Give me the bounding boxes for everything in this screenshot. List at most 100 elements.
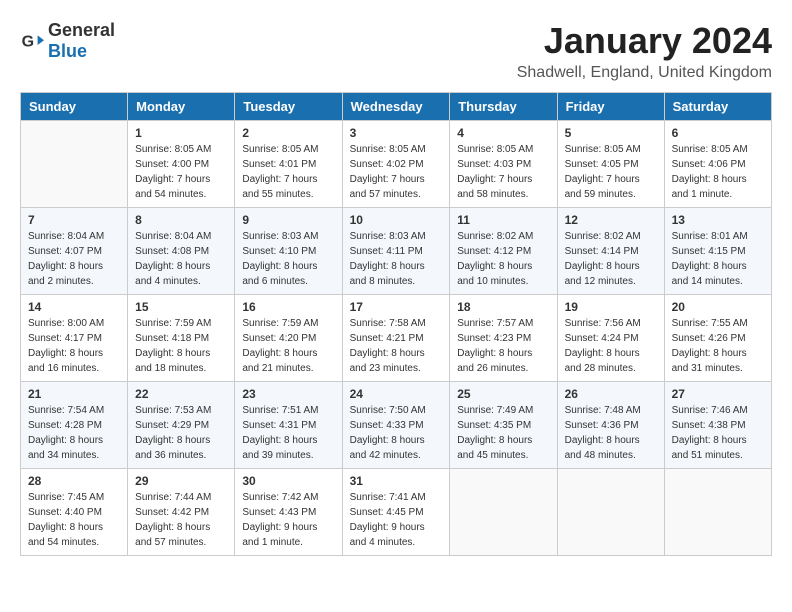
day-info: Sunrise: 8:02 AMSunset: 4:12 PMDaylight:…	[457, 229, 549, 289]
calendar-cell: 12 Sunrise: 8:02 AMSunset: 4:14 PMDayligh…	[557, 208, 664, 295]
day-number: 31	[350, 474, 443, 488]
calendar-cell: 26Sunrise: 7:48 AMSunset: 4:36 PMDayligh…	[557, 382, 664, 469]
calendar-cell: 15Sunrise: 7:59 AMSunset: 4:18 PMDayligh…	[128, 295, 235, 382]
day-number: 4	[457, 126, 549, 140]
calendar-cell: 9Sunrise: 8:03 AMSunset: 4:10 PMDaylight…	[235, 208, 342, 295]
day-number: 24	[350, 387, 443, 401]
day-number: 30	[242, 474, 334, 488]
day-number: 13	[672, 213, 764, 227]
calendar-cell: 20 Sunrise: 7:55 AMSunset: 4:26 PMDayligh…	[664, 295, 771, 382]
page-subtitle: Shadwell, England, United Kingdom	[517, 64, 772, 82]
calendar-cell: 17Sunrise: 7:58 AMSunset: 4:21 PMDayligh…	[342, 295, 450, 382]
day-number: 2	[242, 126, 334, 140]
day-info: Sunrise: 7:50 AMSunset: 4:33 PMDaylight:…	[350, 403, 443, 463]
calendar-cell: 13 Sunrise: 8:01 AMSunset: 4:15 PMDayligh…	[664, 208, 771, 295]
day-info: Sunrise: 7:44 AMSunset: 4:42 PMDaylight:…	[135, 490, 227, 550]
calendar-cell: 18 Sunrise: 7:57 AMSunset: 4:23 PMDayligh…	[450, 295, 557, 382]
calendar-cell: 3 Sunrise: 8:05 AMSunset: 4:02 PMDaylight…	[342, 121, 450, 208]
day-number: 5	[565, 126, 657, 140]
day-number: 3	[350, 126, 443, 140]
logo-icon: G	[20, 29, 44, 53]
logo-general-text: General	[48, 20, 115, 40]
calendar-week-3: 14Sunrise: 8:00 AMSunset: 4:17 PMDayligh…	[21, 295, 772, 382]
calendar-cell: 27Sunrise: 7:46 AMSunset: 4:38 PMDayligh…	[664, 382, 771, 469]
calendar-week-2: 7 Sunrise: 8:04 AMSunset: 4:07 PMDaylight…	[21, 208, 772, 295]
logo: G General Blue	[20, 20, 115, 62]
day-info: Sunrise: 8:05 AMSunset: 4:03 PMDaylight:…	[457, 142, 549, 202]
day-number: 7	[28, 213, 120, 227]
day-number: 8	[135, 213, 227, 227]
calendar-body: 1 Sunrise: 8:05 AMSunset: 4:00 PMDaylight…	[21, 121, 772, 556]
day-number: 25	[457, 387, 549, 401]
calendar-cell: 30 Sunrise: 7:42 AMSunset: 4:43 PMDayligh…	[235, 469, 342, 556]
day-info: Sunrise: 8:05 AMSunset: 4:00 PMDaylight:…	[135, 142, 227, 202]
day-number: 10	[350, 213, 443, 227]
day-number: 26	[565, 387, 657, 401]
calendar-cell: 7 Sunrise: 8:04 AMSunset: 4:07 PMDaylight…	[21, 208, 128, 295]
header-day-thursday: Thursday	[450, 93, 557, 121]
calendar-cell: 23 Sunrise: 7:51 AMSunset: 4:31 PMDayligh…	[235, 382, 342, 469]
day-info: Sunrise: 7:46 AMSunset: 4:38 PMDaylight:…	[672, 403, 764, 463]
day-number: 9	[242, 213, 334, 227]
title-section: January 2024 Shadwell, England, United K…	[517, 20, 772, 82]
calendar-week-4: 21Sunrise: 7:54 AMSunset: 4:28 PMDayligh…	[21, 382, 772, 469]
day-info: Sunrise: 8:01 AMSunset: 4:15 PMDaylight:…	[672, 229, 764, 289]
header-day-sunday: Sunday	[21, 93, 128, 121]
day-info: Sunrise: 8:03 AMSunset: 4:11 PMDaylight:…	[350, 229, 443, 289]
day-number: 20	[672, 300, 764, 314]
calendar-cell: 11 Sunrise: 8:02 AMSunset: 4:12 PMDayligh…	[450, 208, 557, 295]
day-number: 28	[28, 474, 120, 488]
day-info: Sunrise: 7:42 AMSunset: 4:43 PMDaylight:…	[242, 490, 334, 550]
header-day-friday: Friday	[557, 93, 664, 121]
day-info: Sunrise: 7:55 AMSunset: 4:26 PMDaylight:…	[672, 316, 764, 376]
day-info: Sunrise: 7:54 AMSunset: 4:28 PMDaylight:…	[28, 403, 120, 463]
day-info: Sunrise: 7:53 AMSunset: 4:29 PMDaylight:…	[135, 403, 227, 463]
calendar-cell	[21, 121, 128, 208]
calendar-cell: 29Sunrise: 7:44 AMSunset: 4:42 PMDayligh…	[128, 469, 235, 556]
calendar-cell: 1 Sunrise: 8:05 AMSunset: 4:00 PMDaylight…	[128, 121, 235, 208]
day-info: Sunrise: 7:41 AMSunset: 4:45 PMDaylight:…	[350, 490, 443, 550]
day-number: 1	[135, 126, 227, 140]
day-info: Sunrise: 7:58 AMSunset: 4:21 PMDaylight:…	[350, 316, 443, 376]
day-info: Sunrise: 7:51 AMSunset: 4:31 PMDaylight:…	[242, 403, 334, 463]
day-info: Sunrise: 8:05 AMSunset: 4:06 PMDaylight:…	[672, 142, 764, 202]
day-number: 12	[565, 213, 657, 227]
calendar-cell: 25 Sunrise: 7:49 AMSunset: 4:35 PMDayligh…	[450, 382, 557, 469]
calendar-cell: 24 Sunrise: 7:50 AMSunset: 4:33 PMDayligh…	[342, 382, 450, 469]
header-day-tuesday: Tuesday	[235, 93, 342, 121]
calendar-cell: 28Sunrise: 7:45 AMSunset: 4:40 PMDayligh…	[21, 469, 128, 556]
calendar-cell: 19Sunrise: 7:56 AMSunset: 4:24 PMDayligh…	[557, 295, 664, 382]
day-info: Sunrise: 8:05 AMSunset: 4:02 PMDaylight:…	[350, 142, 443, 202]
day-info: Sunrise: 7:59 AMSunset: 4:18 PMDaylight:…	[135, 316, 227, 376]
header-day-monday: Monday	[128, 93, 235, 121]
day-info: Sunrise: 7:49 AMSunset: 4:35 PMDaylight:…	[457, 403, 549, 463]
day-info: Sunrise: 8:02 AMSunset: 4:14 PMDaylight:…	[565, 229, 657, 289]
calendar-cell: 31 Sunrise: 7:41 AMSunset: 4:45 PMDayligh…	[342, 469, 450, 556]
day-number: 11	[457, 213, 549, 227]
day-info: Sunrise: 7:57 AMSunset: 4:23 PMDaylight:…	[457, 316, 549, 376]
calendar-week-1: 1 Sunrise: 8:05 AMSunset: 4:00 PMDaylight…	[21, 121, 772, 208]
day-info: Sunrise: 8:04 AMSunset: 4:07 PMDaylight:…	[28, 229, 120, 289]
day-number: 18	[457, 300, 549, 314]
calendar-cell	[664, 469, 771, 556]
calendar-cell: 6Sunrise: 8:05 AMSunset: 4:06 PMDaylight…	[664, 121, 771, 208]
day-number: 16	[242, 300, 334, 314]
logo-blue-text: Blue	[48, 41, 87, 61]
header: G General Blue January 2024 Shadwell, En…	[20, 20, 772, 82]
calendar-cell	[557, 469, 664, 556]
header-day-saturday: Saturday	[664, 93, 771, 121]
day-number: 19	[565, 300, 657, 314]
day-number: 23	[242, 387, 334, 401]
calendar-cell: 16Sunrise: 7:59 AMSunset: 4:20 PMDayligh…	[235, 295, 342, 382]
calendar-week-5: 28Sunrise: 7:45 AMSunset: 4:40 PMDayligh…	[21, 469, 772, 556]
day-number: 14	[28, 300, 120, 314]
calendar-cell: 8Sunrise: 8:04 AMSunset: 4:08 PMDaylight…	[128, 208, 235, 295]
calendar-cell: 5Sunrise: 8:05 AMSunset: 4:05 PMDaylight…	[557, 121, 664, 208]
header-row: SundayMondayTuesdayWednesdayThursdayFrid…	[21, 93, 772, 121]
calendar-cell: 21Sunrise: 7:54 AMSunset: 4:28 PMDayligh…	[21, 382, 128, 469]
calendar-cell: 14Sunrise: 8:00 AMSunset: 4:17 PMDayligh…	[21, 295, 128, 382]
day-number: 22	[135, 387, 227, 401]
calendar-header: SundayMondayTuesdayWednesdayThursdayFrid…	[21, 93, 772, 121]
day-info: Sunrise: 8:05 AMSunset: 4:01 PMDaylight:…	[242, 142, 334, 202]
svg-text:G: G	[22, 34, 34, 51]
